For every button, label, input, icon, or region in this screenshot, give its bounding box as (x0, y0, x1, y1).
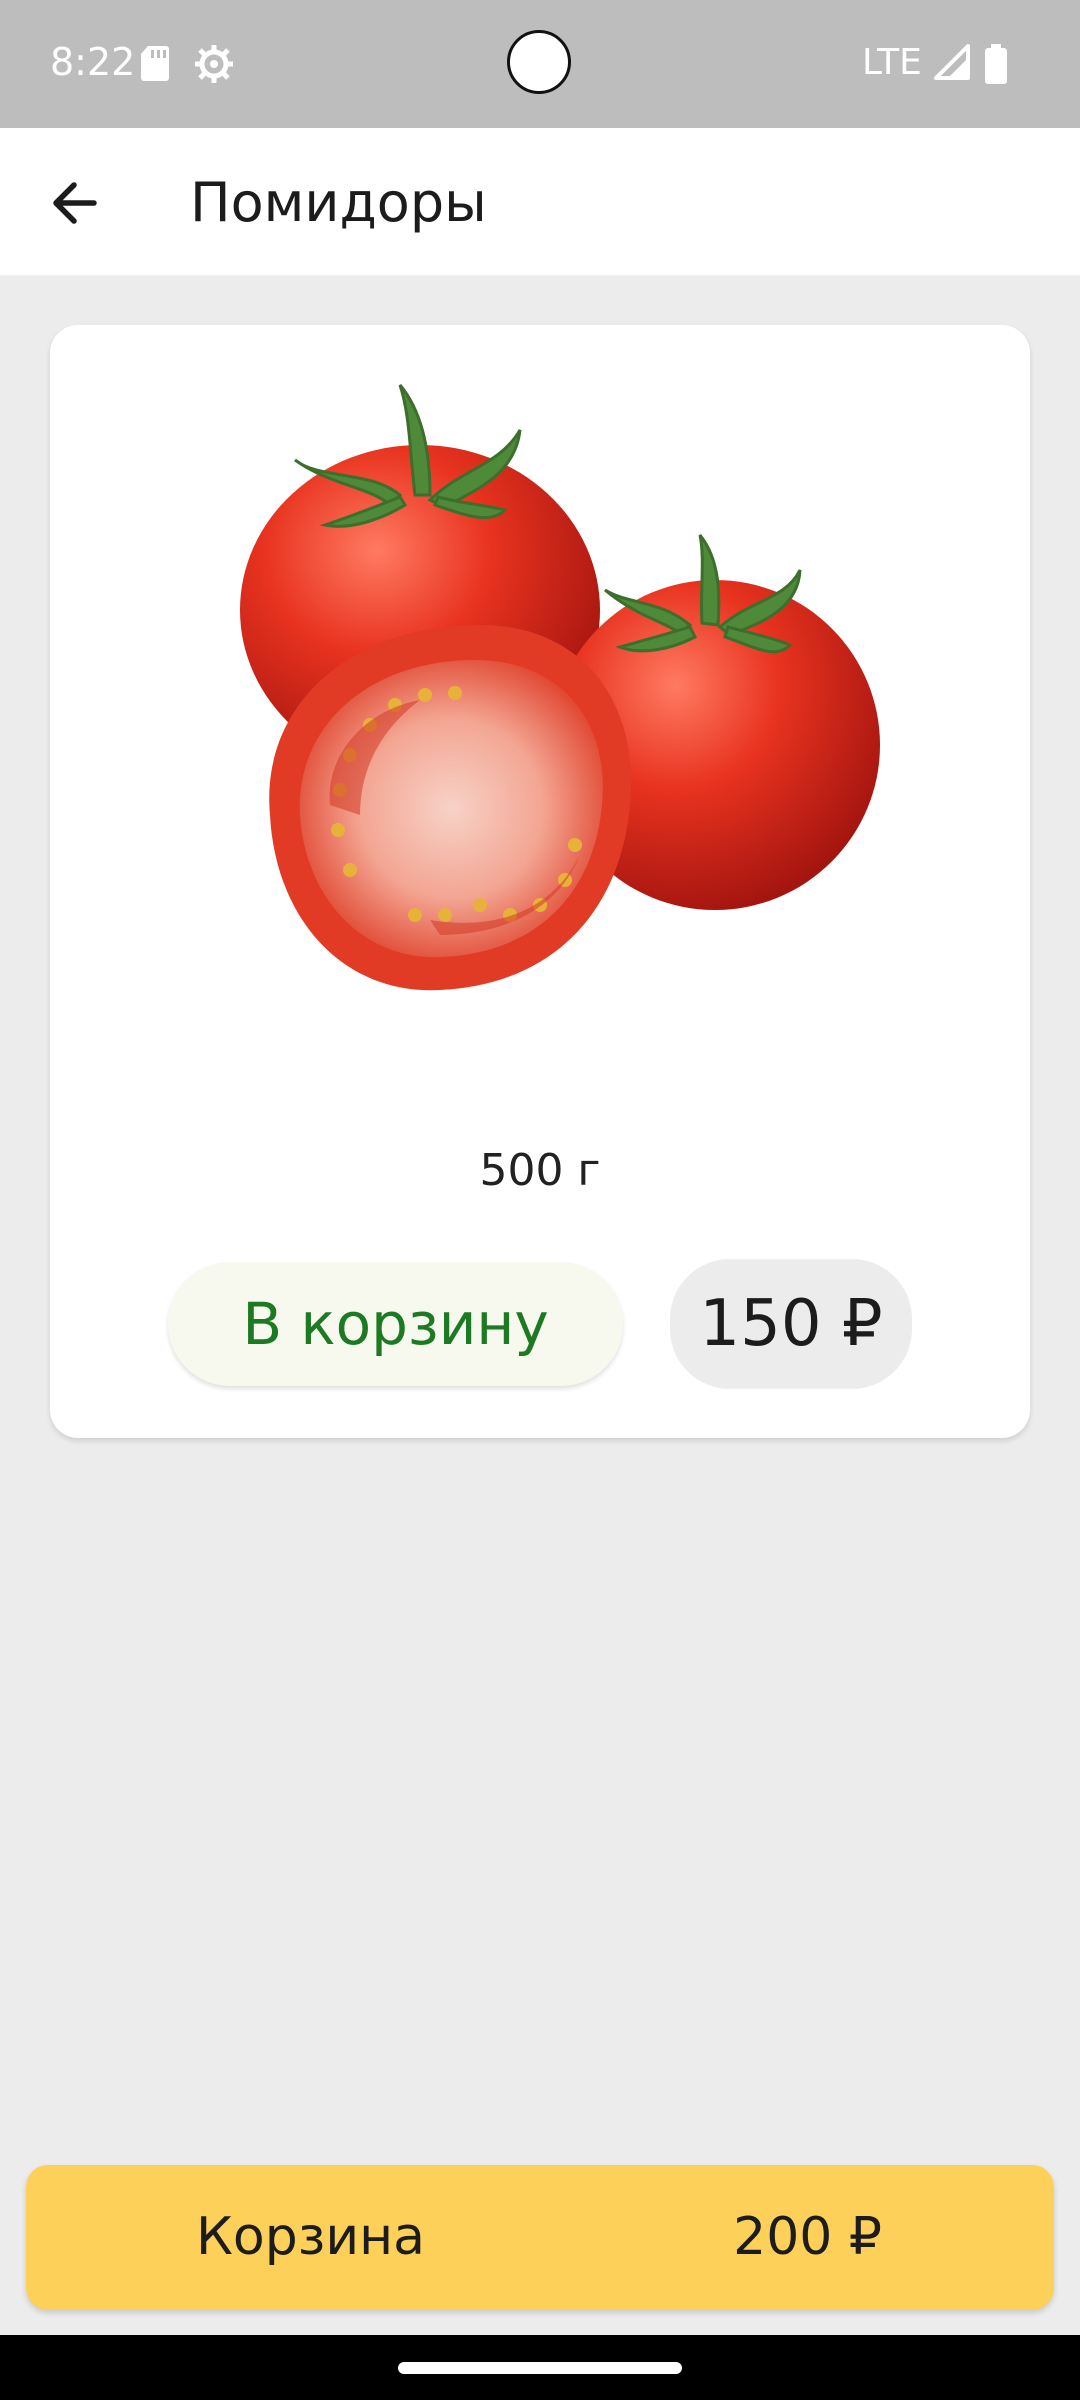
status-time: 8:22 (50, 40, 136, 84)
app-bar: Помидоры (0, 128, 1080, 275)
signal-icon (934, 44, 970, 80)
sd-card-icon (141, 46, 169, 81)
network-type: LTE (862, 42, 922, 83)
status-bar: 8:22 LTE (0, 0, 1080, 128)
price-chip: 150 ₽ (670, 1259, 912, 1389)
product-weight: 500 г (479, 1145, 601, 1196)
product-card: 500 г В корзину 150 ₽ (50, 325, 1030, 1438)
home-gesture-handle[interactable] (398, 2362, 682, 2374)
arrow-back-icon[interactable] (40, 168, 110, 238)
basket-button[interactable]: Корзина 200 ₽ (26, 2165, 1054, 2310)
battery-icon (985, 44, 1007, 84)
add-to-cart-button[interactable]: В корзину (168, 1262, 623, 1386)
basket-label: Корзина (196, 2207, 426, 2267)
basket-total: 200 ₽ (733, 2207, 882, 2267)
settings-icon (195, 45, 233, 83)
page-title: Помидоры (190, 171, 487, 234)
camera-cutout (507, 30, 571, 94)
system-nav-bar (0, 2335, 1080, 2400)
product-image (240, 384, 880, 991)
